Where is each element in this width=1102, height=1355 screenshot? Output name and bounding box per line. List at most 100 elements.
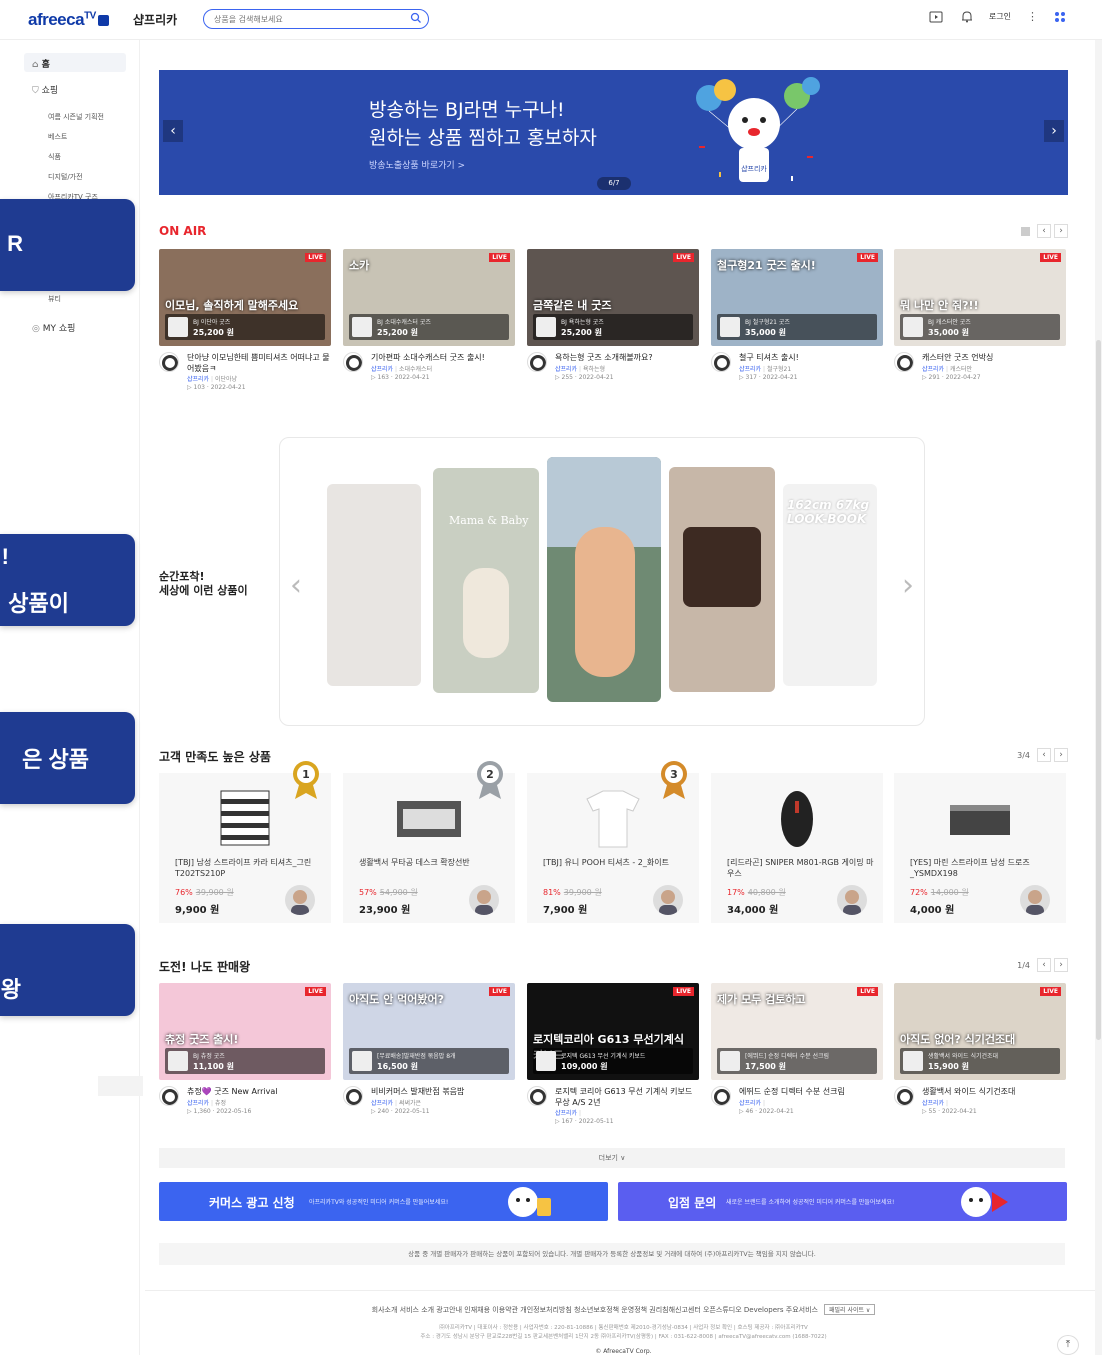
next-arrow-button[interactable]: › [1054, 748, 1068, 762]
on-air-card[interactable]: 금쪽같은 내 굿즈 LIVE BJ 욕하는형 굿즈 25,200 원욕하는형 굿즈 소… [527, 249, 699, 402]
video-title[interactable]: 비비커머스 발재반점 볶음밥 [371, 1086, 515, 1097]
carousel-next-arrow[interactable]: › [902, 568, 914, 603]
challenge-card[interactable]: 아직도 안 먹어봤어? LIVE [무료배송]발재반점 볶음밥 8개 16,500 원… [343, 983, 515, 1136]
store-inquiry-button[interactable]: 입점 문의 새로운 브랜드를 소개하여 성공적인 미디어 커머스를 만들어보세요… [618, 1182, 1067, 1221]
sidebar-sub-item[interactable]: 뷰티 [48, 294, 61, 304]
video-thumbnail[interactable]: 츄정 굿즈 출시! LIVE BJ 츄정 굿즈 11,100 원 [159, 983, 331, 1080]
product-overlay[interactable]: BJ 이단아 굿즈 25,200 원 [165, 314, 325, 340]
product-card[interactable]: 1 [TBJ] 남성 스트라이프 카라 티셔츠_그린 T202TS210P 76% 3… [159, 761, 331, 923]
product-name[interactable]: [리드라곤] SNIPER M801-RGB 게이밍 마우스 [727, 857, 877, 879]
prev-arrow-button[interactable]: ‹ [1037, 224, 1051, 238]
video-title[interactable]: 단아냥 이모님한테 쁨미티셔츠 어떠냐고 물어봤음ㅋ [187, 352, 331, 374]
cart-broadcast-icon[interactable] [929, 11, 945, 23]
carousel-image[interactable]: 162cm 67kg LOOK-BOOK [783, 484, 877, 686]
challenge-card[interactable]: 아직도 없어? 식기건조대 LIVE 생활백서 와이드 식기건조대 15,900 원생… [894, 983, 1066, 1136]
bell-icon[interactable] [961, 10, 973, 23]
avatar[interactable] [894, 1086, 914, 1106]
product-name[interactable]: [YES] 마린 스트라이프 남성 드로즈_YSMDX198 [910, 857, 1060, 879]
product-overlay[interactable]: 생활백서 와이드 식기건조대 15,900 원 [900, 1048, 1060, 1074]
seller-avatar[interactable] [837, 885, 867, 915]
video-title[interactable]: 로지텍 코리아 G613 무선 기계식 키보드 무상 A/S 2년 [555, 1086, 699, 1108]
video-thumbnail[interactable]: 이모님, 솔직하게 말해주세요 LIVE BJ 이단아 굿즈 25,200 원 [159, 249, 331, 346]
video-thumbnail[interactable]: 금쪽같은 내 굿즈 LIVE BJ 욕하는형 굿즈 25,200 원 [527, 249, 699, 346]
challenge-card[interactable]: 로지텍코리아 G613 무선기계식키보드LIVE로지텍 G613 무선 기계식 … [527, 983, 699, 1136]
on-air-card[interactable]: 뭐 나만 안 줘?!! LIVE BJ 캐스터안 굿즈 35,000 원캐스터안 굿즈… [894, 249, 1066, 402]
avatar[interactable] [711, 1086, 731, 1106]
seller-avatar[interactable] [469, 885, 499, 915]
promo-banner[interactable]: ‹ 방송하는 BJ라면 누구나! 원하는 상품 찜하고 홍보하자 방송노출상품 바… [159, 70, 1068, 195]
avatar[interactable] [527, 352, 547, 372]
product-image[interactable] [751, 781, 843, 855]
avatar[interactable] [343, 352, 363, 372]
prev-arrow-button[interactable]: ‹ [1037, 958, 1051, 972]
more-menu-icon[interactable]: ⋮ [1027, 10, 1038, 23]
carousel-image[interactable]: Mama & Baby [433, 468, 539, 693]
product-overlay[interactable]: [무료배송]발재반점 볶음밥 8개 16,500 원 [349, 1048, 509, 1074]
video-title[interactable]: 철구 티셔츠 출시! [739, 352, 883, 363]
banner-prev-button[interactable]: ‹ [163, 120, 183, 142]
apps-grid-icon[interactable] [1054, 11, 1066, 23]
video-title[interactable]: 기아편파 소대수캐스터 굿즈 출시! [371, 352, 515, 363]
product-name[interactable]: 생활백서 무타공 데스크 확장선반 [359, 857, 509, 868]
challenge-card[interactable]: 츄정 굿즈 출시! LIVE BJ 츄정 굿즈 11,100 원츄정💜 굿즈 New … [159, 983, 331, 1136]
shopfreeca-brand[interactable]: 샵프리카 [133, 11, 177, 28]
product-overlay[interactable]: 로지텍 G613 무선 기계식 키보드 109,000 원 [533, 1048, 693, 1074]
product-overlay[interactable]: BJ 욕하는형 굿즈 25,200 원 [533, 314, 693, 340]
product-image[interactable] [934, 781, 1026, 855]
video-thumbnail[interactable]: 로지텍코리아 G613 무선기계식키보드LIVE로지텍 G613 무선 기계식 … [527, 983, 699, 1080]
search-icon[interactable] [410, 12, 422, 24]
login-link[interactable]: 로그인 [989, 11, 1011, 22]
next-arrow-button[interactable]: › [1054, 958, 1068, 972]
video-title[interactable]: 츄정💜 굿즈 New Arrival [187, 1086, 331, 1097]
next-arrow-button[interactable]: › [1054, 224, 1068, 238]
grid-view-icon[interactable] [1021, 226, 1030, 236]
video-thumbnail[interactable]: 아직도 안 먹어봤어? LIVE [무료배송]발재반점 볶음밥 8개 16,500 원 [343, 983, 515, 1080]
avatar[interactable] [343, 1086, 363, 1106]
product-overlay[interactable]: [에뛰드] 순정 디렉터 수분 선크림 17,500 원 [717, 1048, 877, 1074]
seller-avatar[interactable] [653, 885, 683, 915]
video-thumbnail[interactable]: 아직도 없어? 식기건조대 LIVE 생활백서 와이드 식기건조대 15,900 원 [894, 983, 1066, 1080]
sidebar-sub-item[interactable]: 식품 [48, 152, 61, 162]
avatar[interactable] [159, 352, 179, 372]
avatar[interactable] [894, 352, 914, 372]
carousel-image[interactable] [327, 484, 421, 686]
product-card[interactable]: [리드라곤] SNIPER M801-RGB 게이밍 마우스 17% 40,800 … [711, 773, 883, 923]
carousel-prev-arrow[interactable]: ‹ [290, 568, 302, 603]
carousel-image[interactable] [547, 457, 661, 702]
sidebar-sub-item[interactable]: 디지털/가전 [48, 172, 83, 182]
family-site-select[interactable]: 패밀리 사이트 ∨ [823, 1304, 876, 1315]
video-title[interactable]: 생활백서 와이드 식기건조대 [922, 1086, 1066, 1097]
prev-arrow-button[interactable]: ‹ [1037, 748, 1051, 762]
afreecatv-logo[interactable]: afreecaTV [28, 10, 109, 30]
product-overlay[interactable]: BJ 철구형21 굿즈 35,000 원 [717, 314, 877, 340]
sidebar-item-home[interactable]: ⌂ 홈 [24, 53, 126, 72]
scrollbar[interactable] [1095, 40, 1102, 1355]
more-button[interactable]: 더보기 ∨ [159, 1148, 1065, 1168]
video-title[interactable]: 욕하는형 굿즈 소개해볼까요? [555, 352, 699, 363]
challenge-card[interactable]: 제가 모두 검토하고 LIVE [에뛰드] 순정 디렉터 수분 선크림 17,500 … [711, 983, 883, 1136]
banner-link[interactable]: 방송노출상품 바로가기 > [369, 158, 465, 171]
product-image[interactable] [199, 781, 291, 855]
product-card[interactable]: 2 생활백서 무타공 데스크 확장선반 57% 54,900 원 23,900 원 [343, 761, 515, 923]
scroll-top-button[interactable]: ⤒ [1057, 1335, 1079, 1355]
video-thumbnail[interactable]: 뭐 나만 안 줘?!! LIVE BJ 캐스터안 굿즈 35,000 원 [894, 249, 1066, 346]
video-title[interactable]: 캐스터안 굿즈 언박싱 [922, 352, 1066, 363]
search-input[interactable] [214, 12, 404, 26]
on-air-card[interactable]: 철구형21 굿즈 출시! LIVE BJ 철구형21 굿즈 35,000 원 철구 티셔… [711, 249, 883, 402]
product-image[interactable] [567, 781, 659, 855]
video-thumbnail[interactable]: 소카 LIVE BJ 소대수캐스터 굿즈 25,200 원 [343, 249, 515, 346]
video-title[interactable]: 에뛰드 순정 디렉터 수분 선크림 [739, 1086, 883, 1097]
product-name[interactable]: [TBJ] 남성 스트라이프 카라 티셔츠_그린 T202TS210P [175, 857, 325, 879]
search-bar[interactable] [203, 9, 429, 29]
sidebar-sub-item[interactable]: 여름 시즌널 기획전 [48, 112, 104, 122]
video-thumbnail[interactable]: 제가 모두 검토하고 LIVE [에뛰드] 순정 디렉터 수분 선크림 17,500 … [711, 983, 883, 1080]
sidebar-item-my-shop[interactable]: ◎ MY 쇼핑 [32, 321, 75, 334]
product-overlay[interactable]: BJ 츄정 굿즈 11,100 원 [165, 1048, 325, 1074]
product-card[interactable]: [YES] 마린 스트라이프 남성 드로즈_YSMDX198 72% 14,000 … [894, 773, 1066, 923]
product-image[interactable] [383, 781, 475, 855]
product-overlay[interactable]: BJ 소대수캐스터 굿즈 25,200 원 [349, 314, 509, 340]
commerce-ad-button[interactable]: 커머스 광고 신청 아프리카TV와 성공적인 미디어 커머스를 만들어보세요! [159, 1182, 608, 1221]
on-air-card[interactable]: 이모님, 솔직하게 말해주세요 LIVE BJ 이단아 굿즈 25,200 원단아냥 … [159, 249, 331, 402]
avatar[interactable] [711, 352, 731, 372]
product-name[interactable]: [TBJ] 유니 POOH 티셔츠 - 2_화이트 [543, 857, 693, 868]
